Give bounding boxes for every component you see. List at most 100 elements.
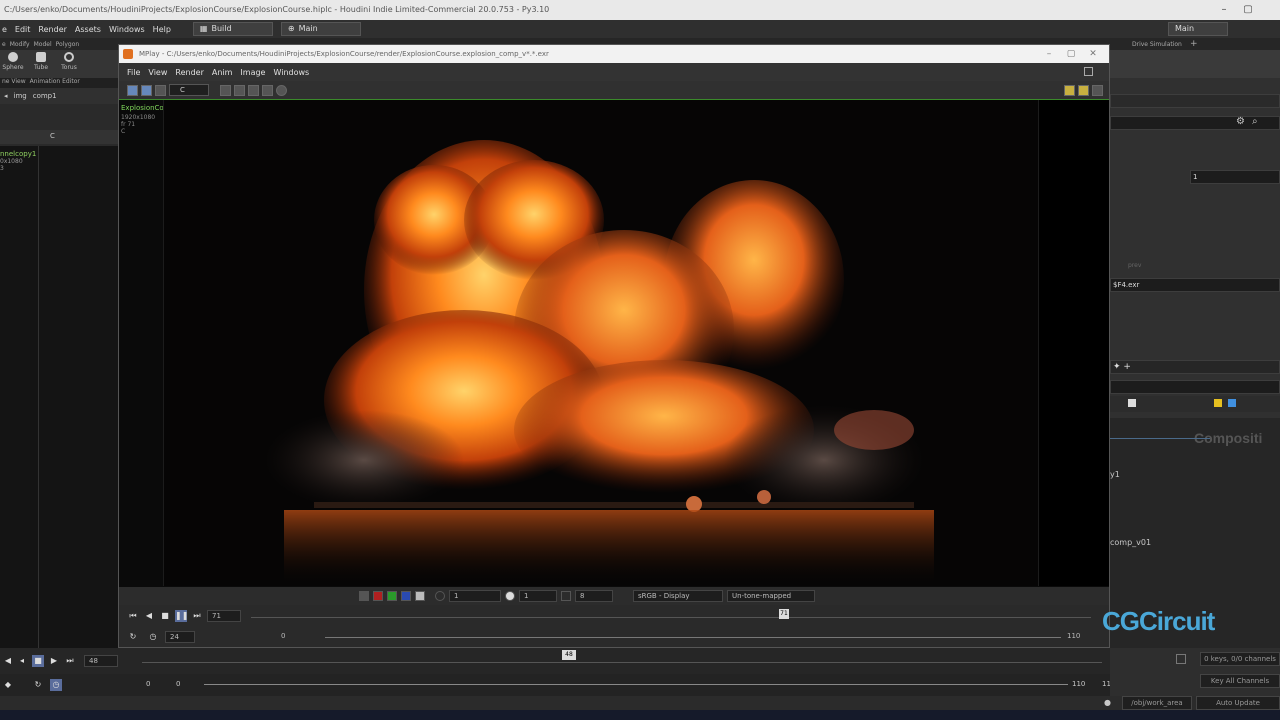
value-field[interactable]: 1 [1190,170,1280,184]
add-shelf-icon[interactable]: + [1190,39,1198,49]
exposure-field[interactable]: 1 [519,590,557,602]
menu-windows[interactable]: Windows [109,25,145,34]
composite-view[interactable]: nnelcopy1 0x1080 3 [0,146,118,686]
mplay-menu-view[interactable]: View [148,68,167,77]
img-path[interactable]: img [14,92,27,100]
green-channel-icon[interactable] [387,591,397,601]
mplay-timeline[interactable]: 71 [251,609,1091,623]
menu-item[interactable]: e [2,25,7,34]
bitdepth-field[interactable]: 8 [575,590,613,602]
mplay-menu-anim[interactable]: Anim [212,68,233,77]
tl-end[interactable]: 110 [1072,680,1085,688]
tl-reverse-icon[interactable]: ◀ [2,655,14,667]
tl-frame-field[interactable]: 48 [84,655,118,667]
node-label-1[interactable]: y1 [1110,470,1120,479]
back-icon[interactable]: ◂ [4,92,8,100]
key-all-button[interactable]: Key All Channels [1200,674,1280,688]
image-icon[interactable] [1228,399,1236,407]
mplay-menu-file[interactable]: File [127,68,140,77]
tl-frame-marker[interactable]: 48 [562,650,576,660]
float-icon[interactable] [1084,67,1093,76]
tl-range-track[interactable] [204,684,1068,685]
info-icon[interactable] [276,84,287,96]
gamma-field[interactable]: 1 [449,590,501,602]
gear-icon[interactable]: ⚙ [1236,116,1245,127]
mplay-maximize-icon[interactable]: ▢ [1063,45,1079,63]
minimize-icon[interactable]: – [1216,0,1232,20]
shelf-tab-drive-simulation[interactable]: Drive Simulation [1132,41,1182,48]
mplay-menu-render[interactable]: Render [175,68,203,77]
grid-icon[interactable] [1064,84,1075,96]
tl-start[interactable]: 0 [146,680,150,688]
blue-channel-icon[interactable] [401,591,411,601]
sphere-tool[interactable]: Sphere [2,52,24,76]
tl-step-back-icon[interactable]: ◂ [16,655,28,667]
context-main-selector[interactable]: ⊕ Main [280,22,361,36]
mplay-minimize-icon[interactable]: – [1041,45,1057,63]
shelf-tab-polygon[interactable]: Polygon [56,41,80,48]
realtime-icon[interactable]: ◷ [147,631,159,643]
network-path-field[interactable]: /obj/work_area [1122,696,1192,710]
first-frame-icon[interactable]: ⏮ [127,610,139,622]
menu-render[interactable]: Render [38,25,66,34]
torus-tool[interactable]: Torus [58,52,80,76]
auto-update-button[interactable]: Auto Update [1196,696,1280,710]
red-channel-icon[interactable] [373,591,383,601]
display-icon[interactable] [155,84,166,96]
tl-key-icon[interactable]: ◆ [2,679,14,691]
mplay-frame-marker[interactable]: 71 [779,609,789,619]
tl-track[interactable] [142,662,1102,663]
menu-assets[interactable]: Assets [75,25,101,34]
loop-icon[interactable]: ↻ [127,631,139,643]
stop-icon[interactable]: ■ [159,610,171,622]
tube-tool[interactable]: Tube [30,52,52,76]
tool-icon[interactable] [1128,399,1136,407]
channel-selector[interactable]: C [169,84,209,96]
image-viewport[interactable]: ExplosionCourse.explosion_comp_v01.$F.ex… [119,99,1109,587]
add-tab-icon[interactable]: ✦ + [1113,362,1131,372]
range-end[interactable]: 110 [1063,631,1103,643]
shelf-tab-modify[interactable]: Modify [10,41,30,48]
zoom-in-icon[interactable] [220,84,231,96]
tl-play-icon[interactable]: ▶ [48,655,60,667]
range-start[interactable]: 0 [277,631,319,643]
menu-help[interactable]: Help [153,25,171,34]
tone-map-selector[interactable]: Un-tone-mapped [727,590,815,602]
shelf-tab-model[interactable]: Model [34,41,52,48]
center-icon[interactable] [262,84,273,96]
pause-icon[interactable]: ❚❚ [175,610,188,622]
gamma-icon[interactable] [435,591,445,601]
zoom-out-icon[interactable] [234,84,245,96]
fullscreen-icon[interactable] [1092,84,1103,96]
display-selector[interactable]: sRGB - Display [633,590,723,602]
last-frame-icon[interactable]: ⏭ [191,610,203,622]
shelf-tab[interactable]: e [2,41,6,48]
current-frame-field[interactable]: 71 [207,610,241,622]
tab-scene-view[interactable]: ne View [2,78,26,88]
rgb-all-icon[interactable] [359,591,369,601]
home-icon[interactable] [248,84,259,96]
maximize-icon[interactable]: ▢ [1240,0,1256,20]
mplay-close-icon[interactable]: ✕ [1085,45,1101,63]
compare-icon[interactable] [141,84,152,96]
file-field[interactable]: $F4.exr [1110,278,1280,292]
right-dropdown[interactable] [1110,94,1280,108]
node-label-2[interactable]: comp_v01 [1110,538,1151,547]
mplay-menu-image[interactable]: Image [240,68,265,77]
key-toggle-icon[interactable] [1176,654,1186,664]
mplay-menu-windows[interactable]: Windows [273,68,309,77]
fps-field[interactable]: 24 [165,631,195,643]
note-icon[interactable] [1214,399,1222,407]
range-track[interactable] [325,637,1061,638]
play-reverse-icon[interactable]: ◀ [143,610,155,622]
network-path[interactable] [1110,380,1280,394]
tab-animation-editor[interactable]: Animation Editor [30,78,80,88]
tl-loop-icon[interactable]: ↻ [32,679,44,691]
exposure-icon[interactable] [505,591,515,601]
menu-edit[interactable]: Edit [15,25,31,34]
chat-icon[interactable]: ● [1104,698,1111,707]
right-main-selector[interactable]: Main [1168,22,1228,36]
view-mode-icon[interactable] [127,84,138,96]
comp-path[interactable]: comp1 [33,92,57,100]
tl-last-icon[interactable]: ⏭ [64,655,76,667]
